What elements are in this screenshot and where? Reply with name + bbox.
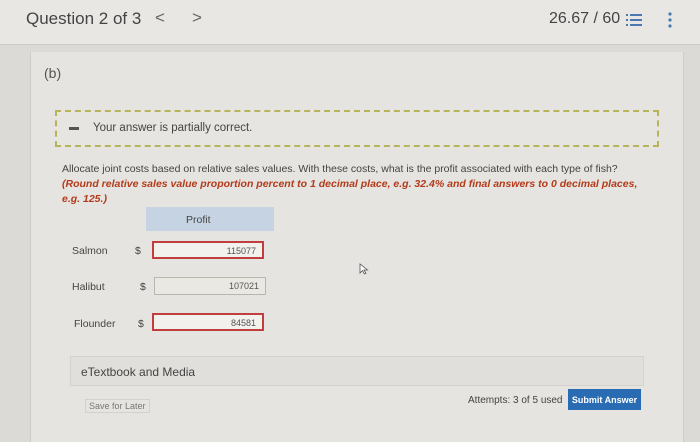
etextbook-media-panel[interactable]: eTextbook and Media [70, 356, 644, 386]
profit-table: Profit Salmon $ 115077 Halibut $ 107021 … [62, 207, 274, 344]
feedback-message: Your answer is partially correct. [93, 122, 253, 134]
next-question-button[interactable]: > [192, 8, 202, 28]
submit-answer-button[interactable]: Submit Answer [568, 389, 641, 410]
instructions-text: Allocate joint costs based on relative s… [62, 163, 618, 175]
salmon-profit-input[interactable]: 115077 [152, 241, 264, 259]
save-for-later-button[interactable]: Save for Later [85, 399, 150, 413]
flounder-profit-input[interactable]: 84581 [152, 313, 264, 331]
etextbook-media-label: eTextbook and Media [81, 365, 196, 379]
instructions: Allocate joint costs based on relative s… [62, 162, 652, 207]
list-icon[interactable] [626, 12, 642, 28]
previous-question-button[interactable]: < [155, 8, 165, 28]
part-label: (b) [44, 65, 62, 81]
partial-icon [69, 127, 79, 130]
halibut-profit-input[interactable]: 107021 [154, 277, 266, 295]
table-header: Profit [62, 207, 274, 231]
score: 26.67 / 60 [549, 10, 621, 27]
row-label-halibut: Halibut [72, 281, 105, 293]
cursor-icon [359, 263, 369, 275]
column-header-profit: Profit [186, 214, 211, 226]
top-bar: Question 2 of 3 < > 26.67 / 60 [0, 0, 700, 45]
instructions-emphasis: (Round relative sales value proportion p… [62, 178, 638, 205]
row-label-flounder: Flounder [74, 318, 116, 330]
question-title: Question 2 of 3 [26, 9, 142, 28]
currency-symbol: $ [135, 245, 141, 257]
currency-symbol: $ [138, 318, 144, 330]
feedback-box: Your answer is partially correct. [55, 110, 659, 147]
attempts-counter: Attempts: 3 of 5 used [468, 395, 563, 406]
row-label-salmon: Salmon [72, 245, 108, 257]
currency-symbol: $ [140, 281, 146, 293]
more-vertical-icon[interactable] [667, 11, 673, 29]
